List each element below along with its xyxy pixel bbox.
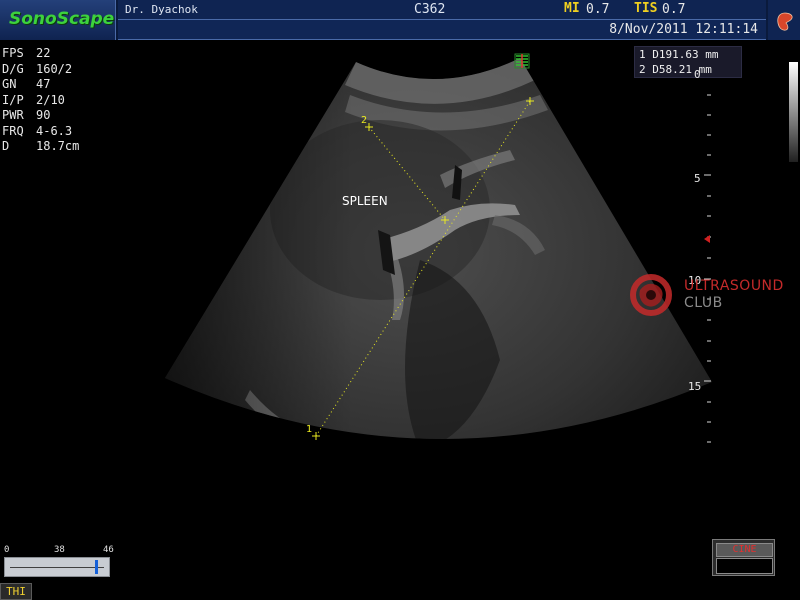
ultrasound-club-logo bbox=[630, 274, 672, 316]
param-row: FRQ 4-6.3 bbox=[2, 124, 79, 140]
grayscale-bar bbox=[789, 62, 798, 162]
param-label: GN bbox=[2, 77, 17, 91]
param-label: D bbox=[2, 139, 10, 153]
watermark-line-1: ULTRASOUND bbox=[684, 278, 784, 294]
param-row: I/P 2/10 bbox=[2, 93, 79, 109]
param-label: I/P bbox=[2, 92, 24, 107]
depth-label-0: 0 bbox=[694, 68, 701, 81]
param-row: GN 47 bbox=[2, 77, 79, 93]
param-label: FRQ bbox=[2, 123, 24, 138]
cine-progress bbox=[716, 558, 773, 574]
param-row: FPS 22 bbox=[2, 46, 79, 62]
slider-tick-38: 38 bbox=[54, 545, 65, 555]
ultrasound-image[interactable] bbox=[0, 0, 800, 600]
param-label: PWR bbox=[2, 108, 24, 122]
caliper-2-number: 2 bbox=[361, 115, 368, 126]
param-value: 2/10 bbox=[36, 92, 65, 107]
param-row: PWR 90 bbox=[2, 108, 79, 124]
param-label: FPS bbox=[2, 46, 24, 60]
param-value: 4-6.3 bbox=[36, 123, 73, 138]
probe-orientation-icon bbox=[514, 53, 530, 69]
slider-thumb[interactable] bbox=[94, 560, 98, 574]
depth-label-5: 5 bbox=[694, 172, 701, 185]
slider-tick-46: 46 bbox=[103, 545, 114, 555]
param-row: D/G 160/2 bbox=[2, 62, 79, 78]
organ-label: SPLEEN bbox=[342, 194, 388, 208]
measurement-1: 1 D191.63 mm bbox=[639, 48, 719, 61]
depth-ticks bbox=[704, 74, 711, 443]
param-value: 90 bbox=[36, 108, 51, 122]
cine-slider[interactable] bbox=[4, 557, 110, 577]
param-value: 160/2 bbox=[36, 61, 73, 76]
imaging-parameters: FPS 22 D/G 160/2 GN 47 I/P 2/10 PWR 90 FRQ 4-… bbox=[2, 46, 79, 155]
param-value: 47 bbox=[36, 77, 51, 91]
watermark-line-2: CLUB bbox=[684, 295, 723, 311]
caliper-1-number: 1 bbox=[306, 424, 313, 435]
param-value: 22 bbox=[36, 46, 51, 60]
param-value: 18.7cm bbox=[36, 139, 80, 153]
measurement-results: 1 D191.63 mm 2 D58.21 mm bbox=[634, 46, 742, 78]
measurement-2: 2 D58.21 mm bbox=[639, 63, 712, 76]
depth-label-15: 15 bbox=[688, 380, 702, 393]
slider-track bbox=[10, 567, 104, 568]
cine-panel: CINE bbox=[712, 539, 775, 576]
thi-mode-badge[interactable]: THI bbox=[0, 583, 32, 600]
cine-button[interactable]: CINE bbox=[716, 543, 773, 557]
slider-tick-0: 0 bbox=[4, 545, 10, 555]
param-label: D/G bbox=[2, 61, 24, 76]
param-row: D 18.7cm bbox=[2, 139, 79, 155]
focus-marker[interactable] bbox=[704, 235, 710, 243]
